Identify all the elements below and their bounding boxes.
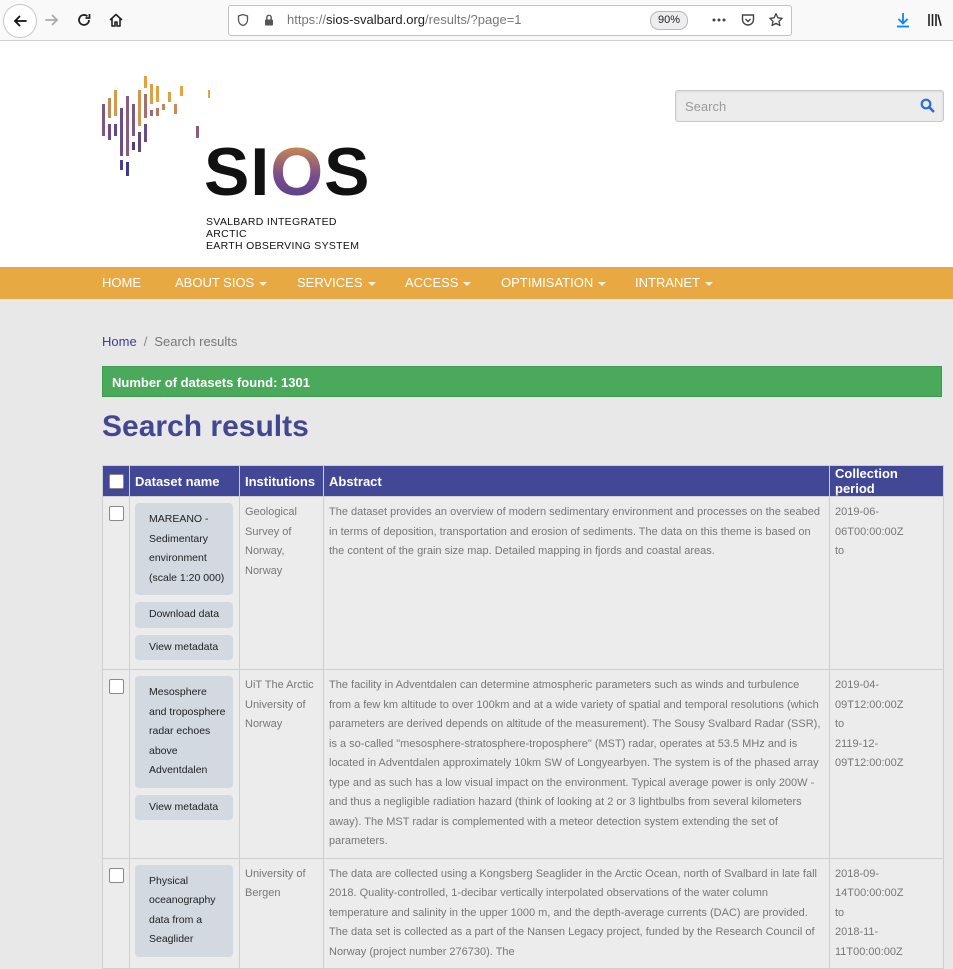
forward-button[interactable] <box>38 6 66 34</box>
downloads-button[interactable] <box>889 6 917 34</box>
menu-intranet[interactable]: INTRANET <box>635 267 713 299</box>
period-cell: 2019-04-09T12:00:00Z to 2119-12-09T12:00:0… <box>829 669 944 859</box>
browser-toolbar: https://sios-svalbard.org/results/?page=… <box>0 0 953 41</box>
view-metadata-button[interactable]: View metadata <box>135 794 233 820</box>
search-input[interactable] <box>676 91 906 121</box>
row-select-cell <box>102 496 130 670</box>
reload-icon <box>78 14 91 26</box>
download-data-button[interactable]: Download data <box>135 602 233 628</box>
logo-subtitle: SVALBARD INTEGRATED ARCTIC EARTH OBSERVI… <box>206 216 360 252</box>
table-row: Physical oceanography data from a Seagli… <box>102 857 944 969</box>
download-arrow-icon <box>897 13 909 28</box>
column-header-abstract[interactable]: Abstract <box>323 465 830 497</box>
page-title: Search results <box>102 410 309 443</box>
dropdown-caret-icon <box>463 281 472 286</box>
abstract-cell: The data are collected using a Kongsberg… <box>323 857 830 969</box>
back-button[interactable] <box>3 4 37 38</box>
dataset-name-button[interactable]: Physical oceanography data from a Seagli… <box>135 864 233 957</box>
abstract-cell: The facility in Adventdalen can determin… <box>323 669 830 859</box>
back-arrow-icon <box>13 15 27 27</box>
search-box <box>675 90 944 122</box>
period-cell: 2018-09-14T00:00:00Z to 2018-11-11T00:00:0… <box>829 857 944 969</box>
dataset-name-button[interactable]: MAREANO - Sedimentary environment (scale… <box>135 503 233 595</box>
zoom-level-badge[interactable]: 90% <box>650 11 688 30</box>
dataset-cell: MAREANO - Sedimentary environment (scale… <box>129 496 240 670</box>
dataset-name-button[interactable]: Mesosphere and troposphere radar echoes … <box>135 676 233 788</box>
more-actions-icon[interactable] <box>711 12 727 28</box>
forward-arrow-icon <box>45 14 59 26</box>
sios-logo[interactable]: SIOS SVALBARD INTEGRATED ARCTIC EARTH OB… <box>100 76 371 252</box>
breadcrumb-current: Search results <box>154 334 238 349</box>
logo-graphic-icon <box>102 76 210 176</box>
menu-home[interactable]: HOME <box>102 267 141 299</box>
select-all-checkbox[interactable] <box>108 473 124 489</box>
site-header: SIOS SVALBARD INTEGRATED ARCTIC EARTH OB… <box>0 41 953 267</box>
bookmark-star-icon[interactable] <box>768 12 784 28</box>
table-row: Mesosphere and troposphere radar echoes … <box>102 669 944 859</box>
dropdown-caret-icon <box>367 281 376 286</box>
lock-icon[interactable] <box>261 12 277 28</box>
pocket-icon[interactable] <box>740 12 756 28</box>
period-cell: 2019-06-06T00:00:00Z to <box>829 496 944 670</box>
row-select-cell <box>102 857 130 969</box>
reload-button[interactable] <box>70 6 98 34</box>
table-header-row: Dataset name Institutions Abstract Colle… <box>102 465 944 497</box>
home-icon <box>109 13 123 27</box>
dropdown-caret-icon <box>259 281 268 286</box>
row-checkbox[interactable] <box>109 867 124 883</box>
dataset-cell: Physical oceanography data from a Seagli… <box>129 857 240 969</box>
url-text[interactable]: https://sios-svalbard.org/results/?page=… <box>287 12 522 27</box>
menu-optimisation[interactable]: OPTIMISATION <box>501 267 607 299</box>
row-select-cell <box>102 669 130 859</box>
table-row: MAREANO - Sedimentary environment (scale… <box>102 496 944 670</box>
select-all-header <box>102 465 130 497</box>
institution-cell: Geological Survey of Norway, Norway <box>239 496 324 670</box>
main-menu: HOME ABOUT SIOS SERVICES ACCESS OPTIMISA… <box>0 267 953 299</box>
url-bar[interactable]: https://sios-svalbard.org/results/?page=… <box>228 5 792 36</box>
column-header-institutions[interactable]: Institutions <box>239 465 324 497</box>
column-header-dataset[interactable]: Dataset name <box>129 465 240 497</box>
search-icon[interactable] <box>920 98 935 113</box>
dropdown-caret-icon <box>598 281 607 286</box>
breadcrumb-home-link[interactable]: Home <box>102 334 137 349</box>
dataset-cell: Mesosphere and troposphere radar echoes … <box>129 669 240 859</box>
results-table: Dataset name Institutions Abstract Colle… <box>102 465 944 969</box>
view-metadata-button[interactable]: View metadata <box>135 634 233 660</box>
library-button[interactable] <box>921 6 949 34</box>
results-count-alert: Number of datasets found: 1301 <box>102 366 942 397</box>
menu-services[interactable]: SERVICES <box>297 267 376 299</box>
institution-cell: University of Bergen <box>239 857 324 969</box>
breadcrumb-separator: / <box>143 334 148 349</box>
dropdown-caret-icon <box>705 281 713 286</box>
institution-cell: UiT The Arctic University of Norway <box>239 669 324 859</box>
logo-wordmark: SIOS <box>204 134 371 210</box>
library-icon <box>928 14 942 27</box>
abstract-cell: The dataset provides an overview of mode… <box>323 496 830 670</box>
tracking-shield-icon[interactable] <box>235 12 251 28</box>
row-checkbox[interactable] <box>109 679 124 694</box>
breadcrumb: Home / Search results <box>102 334 237 349</box>
row-checkbox[interactable] <box>109 506 124 521</box>
home-button[interactable] <box>102 6 130 34</box>
menu-access[interactable]: ACCESS <box>405 267 472 299</box>
column-header-period[interactable]: Collection period <box>829 465 944 497</box>
menu-about-sios[interactable]: ABOUT SIOS <box>175 267 268 299</box>
